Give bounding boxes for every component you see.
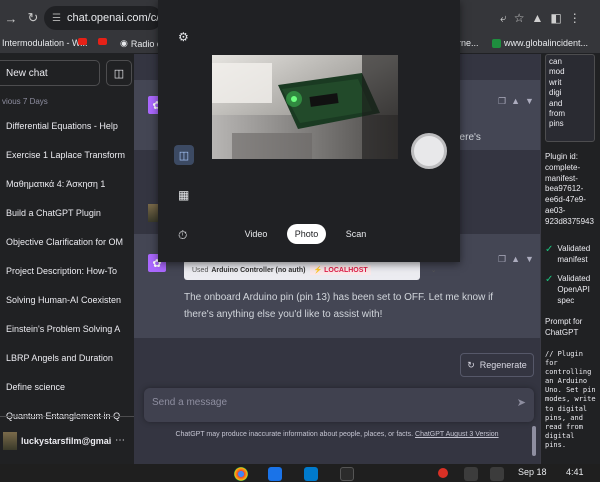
version-link[interactable]: ChatGPT August 3 Version (415, 431, 499, 438)
plugin-name: Arduino Controller (no auth) (211, 266, 306, 274)
copy-icon[interactable]: ❐ (498, 96, 506, 107)
reload-icon[interactable]: ↻ (22, 10, 44, 26)
chat-history-item[interactable]: Differential Equations - Help (0, 111, 134, 140)
camera-window: ⚙ ◫ ▦ ⏱ Video Photo Scan (158, 0, 460, 262)
chat-history-item[interactable]: Build a ChatGPT Plugin (0, 198, 134, 227)
share-icon[interactable]: ⤶ (500, 11, 507, 26)
check-icon: ✓ (545, 244, 554, 255)
plugin-devtools-panel: can mod writ digi and from pins Plugin i… (540, 54, 600, 464)
settings-gear-icon[interactable]: ⚙ (178, 30, 189, 44)
refresh-icon: ↻ (467, 359, 475, 370)
chat-history-item[interactable]: Objective Clarification for OM (0, 227, 134, 256)
bookmark-item[interactable]: Intermodulation - W... (2, 38, 88, 48)
forward-arrow-icon[interactable]: → (0, 11, 22, 26)
plugin-used-indicator[interactable]: Used Arduino Controller (no auth) ⚡ LOCA… (184, 260, 437, 280)
disclaimer: ChatGPT may produce inaccurate informati… (175, 431, 499, 438)
new-chat-button[interactable]: New chat (0, 60, 100, 86)
taskbar-date[interactable]: Sep 18 (518, 467, 547, 477)
chat-history-item[interactable]: Define science (0, 372, 134, 401)
sidebar-icon: ◫ (113, 67, 125, 80)
send-icon[interactable]: ➤ (517, 396, 526, 409)
thumbs-up-icon[interactable]: ▲ (511, 254, 520, 265)
extensions-icon[interactable]: ▲ (532, 11, 544, 25)
taskbar: Sep 18 4:41 (0, 464, 600, 482)
url-text: chat.openai.com/c/6fc8 (66, 12, 162, 24)
camera-preview-image (212, 55, 398, 159)
avatar (3, 431, 17, 450)
mode-scan[interactable]: Scan (342, 224, 370, 244)
browser-actions: ⤶ ☆ ▲ ◧ ⋮ (500, 0, 581, 36)
aspect-ratio-icon[interactable]: ◫ (174, 145, 194, 165)
copy-icon[interactable]: ❐ (498, 254, 506, 265)
mode-photo[interactable]: Photo (287, 224, 326, 244)
bookmark-item[interactable]: ◉ Radio o (120, 38, 162, 49)
mode-video[interactable]: Video (242, 224, 270, 244)
openapi-validation: ✓ Validated OpenAPI spec (545, 274, 591, 305)
bookmark-item[interactable]: rne... (458, 38, 479, 48)
chrome-icon[interactable] (234, 467, 248, 481)
sidebar-toggle-button[interactable]: ◫ (106, 60, 132, 86)
chat-history-item[interactable]: Exercise 1 Laplace Transform (0, 140, 134, 169)
youtube-icon (98, 38, 107, 45)
manifest-validation: ✓ Validated manifest (545, 244, 591, 264)
chat-history-item[interactable]: Μαθηματικά 4: Άσκηση 1 (0, 169, 134, 198)
check-icon: ✓ (545, 274, 554, 285)
address-bar[interactable]: ☰ chat.openai.com/c/6fc8 (44, 6, 162, 30)
message-input[interactable] (152, 397, 492, 408)
taskbar-time[interactable]: 4:41 (566, 467, 584, 477)
shutter-button[interactable] (411, 133, 447, 169)
message-input-box[interactable]: ➤ (144, 388, 534, 422)
user-email: luckystarsfilm@gmail.c (21, 435, 111, 446)
site-info-icon[interactable]: ☰ (52, 13, 61, 24)
scrollbar[interactable] (532, 426, 536, 456)
youtube-bookmark[interactable] (98, 38, 107, 45)
screen-capture-icon[interactable] (464, 467, 478, 481)
prompt-label: Prompt for ChatGPT (545, 317, 583, 337)
prompt-code: // Plugin for controlling an Arduino Uno… (545, 350, 596, 449)
assistant-reply-text: The onboard Arduino pin (pin 13) has bee… (184, 292, 494, 320)
screen: → ↻ ☰ chat.openai.com/c/6fc8 ⤶ ☆ ▲ ◧ ⋮ I… (0, 0, 600, 482)
side-panel-icon[interactable]: ◧ (550, 11, 561, 25)
thumbs-down-icon[interactable]: ▼ (525, 96, 534, 107)
camera-preview (212, 55, 398, 159)
plugin-description-card: can mod writ digi and from pins (545, 54, 595, 142)
youtube-icon (78, 38, 87, 45)
user-menu[interactable]: luckystarsfilm@gmail.c ⋯ (0, 416, 134, 464)
more-icon[interactable]: ⋯ (115, 435, 125, 446)
recording-icon[interactable] (438, 468, 448, 478)
menu-dots-icon[interactable]: ⋮ (569, 11, 581, 25)
regenerate-button[interactable]: ↻ Regenerate (460, 353, 534, 377)
clipboard-icon[interactable] (490, 467, 504, 481)
localhost-badge: ⚡ LOCALHOST (310, 265, 371, 275)
calendar-icon[interactable] (268, 467, 282, 481)
chat-history-item[interactable]: Solving Human-AI Coexisten (0, 285, 134, 314)
chat-history-item[interactable]: Einstein's Problem Solving A (0, 314, 134, 343)
terminal-icon[interactable] (340, 467, 354, 481)
globe-icon: ◉ (120, 38, 128, 48)
bookmark-star-icon[interactable]: ☆ (514, 11, 525, 25)
chat-sidebar: New chat ◫ vious 7 Days Differential Equ… (0, 54, 134, 464)
message-actions: ❐ ▲ ▼ (498, 254, 534, 265)
timer-icon[interactable]: ⏱ (178, 228, 187, 243)
youtube-bookmark[interactable] (78, 38, 87, 45)
vscode-icon[interactable] (304, 467, 318, 481)
chat-history-item[interactable]: LBRP Angels and Duration (0, 343, 134, 372)
site-icon (492, 38, 501, 48)
thumbs-down-icon[interactable]: ▼ (525, 254, 534, 265)
thumbs-up-icon[interactable]: ▲ (511, 96, 520, 107)
grid-icon[interactable]: ▦ (178, 188, 189, 202)
message-actions: ❐ ▲ ▼ (498, 96, 534, 107)
section-label: vious 7 Days (2, 97, 48, 106)
chat-history-list: Differential Equations - Help Exercise 1… (0, 111, 134, 430)
bookmark-item[interactable]: www.globalincident... (492, 38, 588, 48)
chat-history-item[interactable]: Project Description: How-To (0, 256, 134, 285)
plugin-id-label: Plugin id: complete- manifest- bea97612-… (545, 152, 594, 226)
chevron-down-icon[interactable]: ⌄ (431, 266, 437, 274)
